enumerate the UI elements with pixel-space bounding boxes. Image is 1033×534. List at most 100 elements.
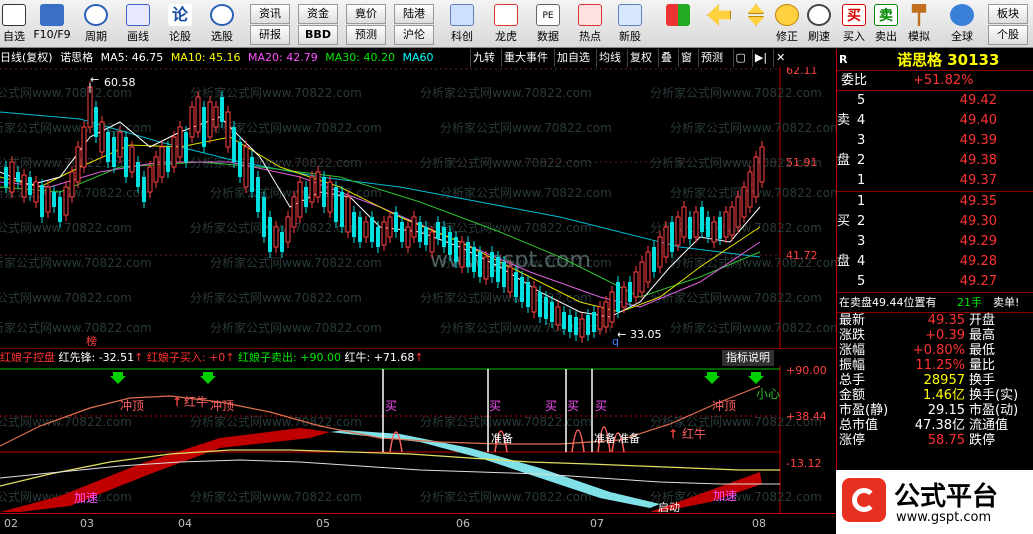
- stopwatch-icon: [807, 4, 831, 26]
- high-mark-arrow: ←: [90, 73, 99, 86]
- tab-jiuzhuan[interactable]: 九转: [470, 49, 497, 67]
- candle-body: [747, 171, 753, 208]
- watermark-text: 分析家公式网www.70822.com: [190, 85, 362, 100]
- stat-row: 最新 49.35 开盘: [839, 313, 996, 328]
- sub-indicator-chart[interactable]: 分析家公式网www.70822.com 分析家公式网www.70822.com 分析…: [0, 366, 836, 513]
- candle-body: [309, 176, 315, 203]
- tab-ma[interactable]: 均线: [596, 49, 623, 67]
- toolbar-draw[interactable]: 画线: [118, 2, 158, 46]
- pe-icon: PE: [536, 4, 560, 26]
- watermark-text: 分析家公式网www.70822.com: [210, 255, 382, 270]
- toolbar-xuangu[interactable]: 选股: [202, 2, 242, 46]
- sub-title[interactable]: 红娘子控盘: [0, 351, 55, 364]
- candle-body: [538, 292, 542, 317]
- globe-icon: [950, 4, 974, 26]
- btn-zijin[interactable]: 资金: [298, 4, 338, 24]
- lock-icon[interactable]: ▢: [732, 49, 748, 67]
- toolbar-newstock[interactable]: 新股: [612, 2, 648, 46]
- help-button[interactable]: 指标说明: [722, 350, 774, 366]
- candle-body: [700, 207, 704, 232]
- sell-row: 1 49.37: [857, 173, 997, 188]
- candle-body: [40, 185, 44, 217]
- toolbar-zixuan[interactable]: 自选: [0, 2, 28, 46]
- ma30-value: MA30: 40.20: [325, 51, 395, 64]
- toolbar-fix[interactable]: 修正: [772, 2, 802, 46]
- btn-gegu[interactable]: 个股: [988, 25, 1028, 45]
- tab-fuquan[interactable]: 复权: [627, 49, 654, 67]
- toolbar-buy[interactable]: 买买入: [840, 2, 868, 46]
- toolbar-kechuang[interactable]: 科创: [444, 2, 480, 46]
- tab-overlay[interactable]: 叠: [658, 49, 674, 67]
- tab-forecast[interactable]: 预测: [698, 49, 725, 67]
- tab-events[interactable]: 重大事件: [501, 49, 550, 67]
- tab-add-watch[interactable]: 加自选: [554, 49, 592, 67]
- stat-row: 金额 1.46亿 换手(实): [839, 388, 1019, 403]
- candle-body: [94, 107, 98, 137]
- quote-title: R 诺思格 30133: [837, 49, 1033, 71]
- ma20-value: MA20: 42.79: [248, 51, 318, 64]
- candle-body: [652, 247, 656, 272]
- candle-body: [657, 236, 663, 268]
- candle-body: [285, 216, 291, 243]
- toolbar-grid[interactable]: [664, 2, 692, 46]
- candle-body: [345, 196, 351, 233]
- toolbar-data[interactable]: PE 数据: [528, 2, 568, 46]
- toolbar-lungu[interactable]: 论论股: [160, 2, 200, 46]
- sell-icon: 卖: [874, 4, 898, 26]
- sell-row: 盘 2 49.38: [837, 153, 997, 168]
- stat-row: 振幅 11.25% 量比: [839, 358, 996, 373]
- candle-body: [225, 111, 231, 148]
- main-kline-chart[interactable]: 分析家公式网www.70822.com 分析家公式网www.70822.com 分析…: [0, 67, 836, 349]
- candle-body: [405, 226, 411, 248]
- btn-bankuai[interactable]: 板块: [988, 4, 1028, 24]
- btn-jingjia[interactable]: 竟价: [346, 4, 386, 24]
- candle-body: [381, 221, 387, 246]
- candle-body: [166, 147, 170, 172]
- candle-body: [729, 206, 735, 236]
- candle-body: [496, 257, 500, 282]
- toolbar-longhu[interactable]: 龙虎: [486, 2, 526, 46]
- toolbar-period[interactable]: 周期: [76, 2, 116, 46]
- btn-zixun[interactable]: 资讯: [250, 4, 290, 24]
- candle-body: [424, 227, 428, 245]
- candle-body: [153, 156, 159, 183]
- candle-body: [376, 227, 380, 247]
- candle-body: [195, 96, 201, 133]
- toolbar-f10[interactable]: F10/F9: [30, 2, 74, 46]
- btn-hulun[interactable]: 沪伦: [394, 25, 434, 45]
- grid-icon: [2, 4, 26, 26]
- btn-yuce[interactable]: 预测: [346, 25, 386, 45]
- watermark-text: 分析家公式网www.70822.com: [190, 290, 362, 305]
- candle-body: [574, 317, 578, 335]
- candle-body: [429, 231, 435, 253]
- brand-watermark: 公式平台 www.gspt.com: [836, 470, 1033, 534]
- label-chongding-3: 冲顶: [712, 398, 736, 413]
- close-icon[interactable]: ✕: [773, 49, 787, 67]
- toolbar-speed[interactable]: 刷速: [804, 2, 834, 46]
- sell-row: 5 49.42: [857, 93, 997, 108]
- candle-body: [268, 217, 272, 252]
- label-buy-4: 买: [567, 399, 579, 413]
- buy-book: 1 49.35 买 2 49.30 3 49.29 盘 4 49.28 5 49.27: [837, 192, 1033, 293]
- label-zhunbei-1: 准备: [491, 431, 513, 445]
- toolbar-sim[interactable]: 模拟: [904, 2, 934, 46]
- candle-body: [544, 297, 548, 319]
- candle-body: [568, 315, 572, 332]
- label-hongniu-2: ↑: [668, 427, 678, 441]
- btn-yanbao[interactable]: 研报: [250, 25, 290, 45]
- toolbar-updown[interactable]: [742, 2, 770, 46]
- expand-icon[interactable]: ▶|: [751, 49, 769, 67]
- watermark-text: 分析家公式网www.70822.com: [0, 220, 132, 235]
- toolbar-sell[interactable]: 卖卖出: [872, 2, 900, 46]
- tab-window[interactable]: 窗: [678, 49, 694, 67]
- candle-body: [291, 196, 297, 228]
- btn-lugang[interactable]: 陆港: [394, 4, 434, 24]
- pen-icon: [126, 4, 150, 26]
- period-label[interactable]: 日线(复权): [0, 51, 53, 64]
- toolbar-hot[interactable]: 热点: [570, 2, 610, 46]
- signal-spike: [571, 429, 585, 453]
- toolbar-back[interactable]: [702, 2, 736, 46]
- toolbar-global[interactable]: 全球: [940, 2, 984, 46]
- date-label: 03: [80, 517, 94, 530]
- btn-bbd[interactable]: BBD: [298, 25, 338, 45]
